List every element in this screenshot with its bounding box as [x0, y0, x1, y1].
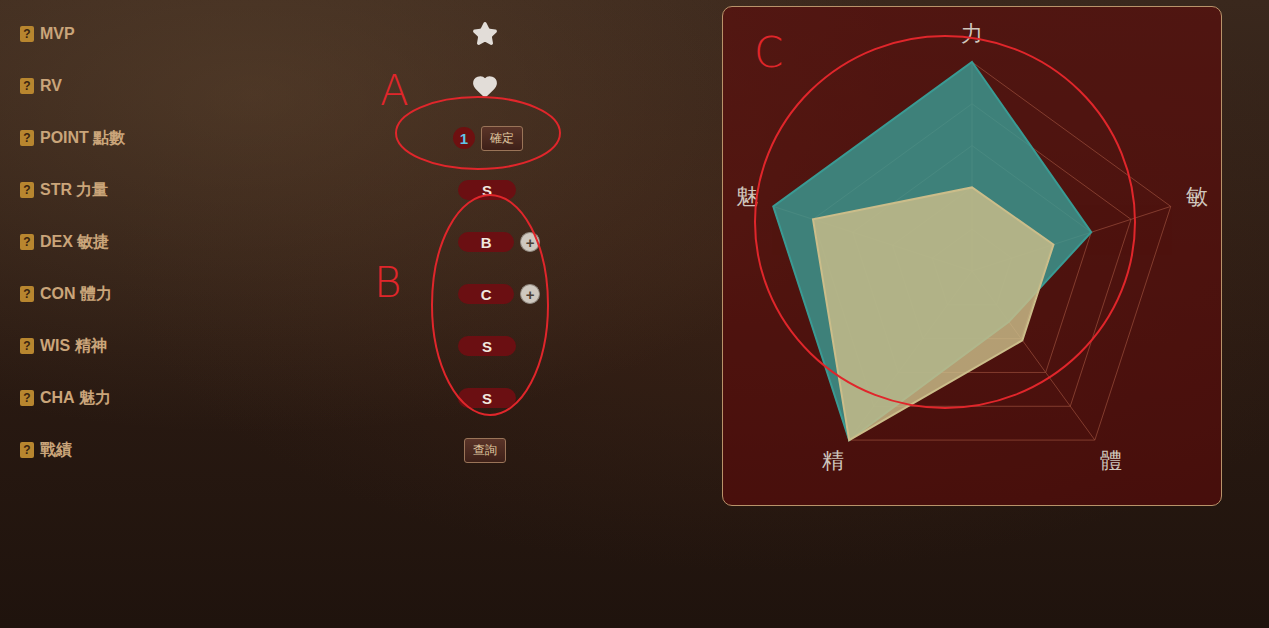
- stat-row: ? 戰績 查詢: [0, 424, 722, 476]
- stat-name: STR 力量: [40, 180, 108, 201]
- stat-label: ? WIS 精神: [0, 336, 430, 357]
- chart-panel: 力敏體 精 魅: [722, 6, 1222, 506]
- help-icon[interactable]: ?: [20, 286, 34, 302]
- stat-label: ? CON 體力: [0, 284, 430, 305]
- stats-screen: ?MVP?RV?POINT 點數1確定?STR 力量S?DEX 敏捷B+?CON…: [0, 0, 1269, 628]
- annotation-letter: B: [374, 262, 402, 304]
- stat-list: ?MVP?RV?POINT 點數1確定?STR 力量S?DEX 敏捷B+?CON…: [0, 0, 722, 628]
- stat-row: ? RV: [0, 60, 722, 112]
- stat-row: ? MVP: [0, 8, 722, 60]
- query-button[interactable]: 查詢: [464, 438, 506, 463]
- stat-name: RV: [40, 77, 62, 95]
- stat-name: CHA 魅力: [40, 388, 111, 409]
- axis-label: 敏: [1186, 184, 1208, 209]
- axis-label: 精: [822, 448, 844, 473]
- stat-name: WIS 精神: [40, 336, 107, 357]
- help-icon[interactable]: ?: [20, 78, 34, 94]
- grade-pill: S: [458, 336, 516, 356]
- help-icon[interactable]: ?: [20, 130, 34, 146]
- grade-pill: C: [458, 284, 514, 304]
- stat-row: ? WIS 精神 S: [0, 320, 722, 372]
- grade-cell: C+: [430, 284, 540, 304]
- points-cell: 1 確定: [430, 126, 540, 151]
- annotation-circle: [432, 195, 548, 415]
- grade-pill: B: [458, 232, 514, 252]
- stat-label: ? RV: [0, 77, 430, 95]
- grade-cell: S: [430, 180, 540, 200]
- stat-label: ? DEX 敏捷: [0, 232, 430, 253]
- annotation-circle: [396, 97, 560, 169]
- stat-name: DEX 敏捷: [40, 232, 109, 253]
- stat-name: 戰績: [40, 440, 72, 461]
- heart-icon: [472, 73, 498, 99]
- stat-row: ? STR 力量 S: [0, 164, 722, 216]
- stat-label: ? 戰績: [0, 440, 430, 461]
- stat-label: ? POINT 點數: [0, 128, 430, 149]
- annotation-layer: [0, 0, 1269, 628]
- stat-label: ? STR 力量: [0, 180, 430, 201]
- stat-label: ? CHA 魅力: [0, 388, 430, 409]
- help-icon[interactable]: ?: [20, 234, 34, 250]
- grade-cell: B+: [430, 232, 540, 252]
- help-icon[interactable]: ?: [20, 390, 34, 406]
- stat-name: MVP: [40, 25, 75, 43]
- help-icon[interactable]: ?: [20, 338, 34, 354]
- help-icon[interactable]: ?: [20, 182, 34, 198]
- raise-button[interactable]: +: [520, 284, 540, 304]
- radar-chart: 力敏體 精 魅: [723, 7, 1222, 506]
- rv-cell: [430, 73, 540, 99]
- stat-row: ?DEX 敏捷B+: [0, 216, 722, 268]
- grade-cell: S: [430, 336, 540, 356]
- grade-cell: S: [430, 388, 540, 408]
- stat-name: CON 體力: [40, 284, 112, 305]
- series-area: [773, 62, 1091, 440]
- series-area: [813, 187, 1054, 440]
- stat-label: ? MVP: [0, 25, 430, 43]
- annotation-circle: [755, 36, 1135, 408]
- stat-row: ? POINT 點數 1 確定: [0, 112, 722, 164]
- star-icon: [472, 21, 498, 47]
- stat-row: ?CON 體力C+: [0, 268, 722, 320]
- raise-button[interactable]: +: [520, 232, 540, 252]
- annotation-letter: A: [380, 70, 409, 112]
- point-count: 1: [453, 127, 475, 149]
- help-icon[interactable]: ?: [20, 442, 34, 458]
- help-icon[interactable]: ?: [20, 26, 34, 42]
- mvp-cell: [430, 21, 540, 47]
- stat-row: ? CHA 魅力 S: [0, 372, 722, 424]
- grade-pill: S: [458, 388, 516, 408]
- annotation-letter: C: [754, 32, 783, 74]
- axis-label: 力: [961, 21, 983, 46]
- grid-ring: [773, 62, 1171, 440]
- record-cell: 查詢: [430, 438, 540, 463]
- grade-pill: S: [458, 180, 516, 200]
- stat-name: POINT 點數: [40, 128, 125, 149]
- confirm-button[interactable]: 確定: [481, 126, 523, 151]
- axis-label: 體: [1100, 448, 1122, 473]
- axis-label: 魅: [736, 184, 758, 209]
